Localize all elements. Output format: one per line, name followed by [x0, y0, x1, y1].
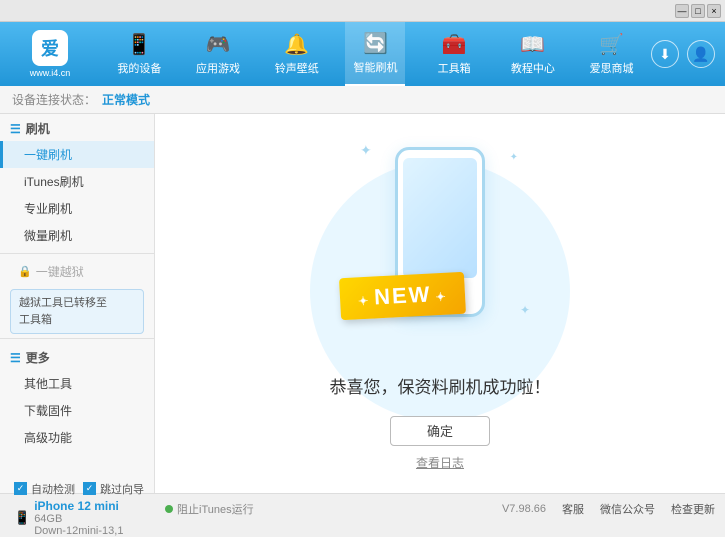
device-name: iPhone 12 mini	[34, 499, 123, 513]
smart-flash-icon: 🔄	[363, 31, 388, 56]
nav-tutorial[interactable]: 📖 教程中心	[503, 22, 563, 86]
support-link[interactable]: 客服	[562, 501, 584, 517]
wechat-link[interactable]: 微信公众号	[600, 501, 655, 517]
sparkle-2: ✦	[510, 152, 518, 163]
more-section-title: ☰ 更多	[0, 343, 154, 370]
itunes-status-dot	[165, 505, 173, 513]
nav-store[interactable]: 🛒 爱思商城	[582, 22, 642, 86]
logo-area: 爱 www.i4.cn	[0, 30, 100, 78]
sidebar-note-line1: 越狱工具已转移至	[19, 297, 107, 309]
sidebar: ☰ 刷机 一键刷机 iTunes刷机 专业刷机 微量刷机 🔒 一键越狱 越狱工具…	[0, 114, 155, 493]
update-link[interactable]: 检查更新	[671, 501, 715, 517]
sidebar-item-other-tools[interactable]: 其他工具	[0, 370, 154, 397]
nav-ringtones-label: 铃声壁纸	[275, 60, 319, 76]
confirm-button[interactable]: 确定	[390, 416, 490, 446]
sidebar-item-one-key-flash[interactable]: 一键刷机	[0, 141, 154, 168]
more-section-label: 更多	[26, 349, 50, 366]
sidebar-divider-1	[0, 253, 154, 254]
logo-icon: 爱	[32, 30, 68, 66]
sidebar-item-pro-flash[interactable]: 专业刷机	[0, 195, 154, 222]
my-device-icon: 📱	[127, 32, 152, 57]
itunes-status: 阻止iTunes运行	[165, 501, 254, 517]
sidebar-item-download-firmware[interactable]: 下载固件	[0, 397, 154, 424]
nav-apps-games[interactable]: 🎮 应用游戏	[188, 22, 248, 86]
version-text: V7.98.66	[502, 503, 546, 515]
sidebar-locked-jailbreak: 🔒 一键越狱	[0, 258, 154, 285]
nav-smart-flash[interactable]: 🔄 智能刷机	[345, 22, 405, 86]
ringtones-icon: 🔔	[284, 32, 309, 57]
logo-icon-text: 爱	[41, 35, 59, 61]
sparkle-1: ✦	[360, 142, 372, 159]
nav-right: ⬇ 👤	[651, 40, 725, 68]
content-area: ✦ ✦ ✦ NEW 恭喜您，保资料刷机成功啦！ 确定 查看日志	[155, 114, 725, 493]
more-section-icon: ☰	[10, 351, 21, 365]
tutorial-icon: 📖	[520, 32, 545, 57]
phone-screen	[403, 158, 477, 278]
nav-my-device[interactable]: 📱 我的设备	[109, 22, 169, 86]
status-value: 正常模式	[102, 91, 150, 108]
logo-url: www.i4.cn	[30, 68, 71, 78]
locked-label: 一键越狱	[36, 263, 84, 280]
content-inner: ✦ ✦ ✦ NEW 恭喜您，保资料刷机成功啦！ 确定 查看日志	[330, 137, 551, 471]
store-icon: 🛒	[599, 32, 624, 57]
new-badge: NEW	[339, 271, 466, 320]
status-label: 设备连接状态：	[12, 91, 96, 108]
nav-store-label: 爱思商城	[590, 60, 634, 76]
bottombar: ✓ 自动检测 ✓ 跳过向导 📱 iPhone 12 mini 64GB Down…	[0, 493, 725, 523]
maximize-button[interactable]: □	[691, 4, 705, 18]
auto-detect-checkbox[interactable]: ✓	[14, 482, 27, 495]
flash-section-title: ☰ 刷机	[0, 114, 154, 141]
download-button[interactable]: ⬇	[651, 40, 679, 68]
phone-illustration: ✦ ✦ ✦ NEW	[340, 137, 540, 357]
sidebar-note: 越狱工具已转移至 工具箱	[10, 289, 144, 334]
lock-icon: 🔒	[18, 265, 32, 278]
success-text: 恭喜您，保资料刷机成功啦！	[330, 373, 551, 398]
sidebar-item-advanced[interactable]: 高级功能	[0, 424, 154, 451]
main-layout: ☰ 刷机 一键刷机 iTunes刷机 专业刷机 微量刷机 🔒 一键越狱 越狱工具…	[0, 114, 725, 493]
apps-games-icon: 🎮	[206, 32, 231, 57]
nav-items: 📱 我的设备 🎮 应用游戏 🔔 铃声壁纸 🔄 智能刷机 🧰 工具箱 📖 教程中心…	[100, 22, 651, 86]
nav-tutorial-label: 教程中心	[511, 60, 555, 76]
sparkle-3: ✦	[520, 303, 530, 317]
nav-toolbox[interactable]: 🧰 工具箱	[424, 22, 484, 86]
statusbar: 设备连接状态： 正常模式	[0, 86, 725, 114]
skip-wizard-checkbox[interactable]: ✓	[83, 482, 96, 495]
nav-my-device-label: 我的设备	[117, 60, 161, 76]
sidebar-item-itunes-flash[interactable]: iTunes刷机	[0, 168, 154, 195]
sidebar-note-line2: 工具箱	[19, 314, 52, 326]
auto-detect-label: 自动检测	[31, 481, 75, 497]
device-model: Down-12mini-13,1	[34, 525, 123, 537]
close-button[interactable]: ×	[707, 4, 721, 18]
nav-toolbox-label: 工具箱	[438, 60, 471, 76]
user-button[interactable]: 👤	[687, 40, 715, 68]
view-log-link[interactable]: 查看日志	[416, 454, 464, 471]
auto-detect-checkbox-area[interactable]: ✓ 自动检测	[14, 481, 75, 497]
bottom-right: V7.98.66 客服 微信公众号 检查更新	[254, 501, 715, 517]
nav-smart-flash-label: 智能刷机	[353, 59, 397, 75]
nav-apps-games-label: 应用游戏	[196, 60, 240, 76]
header: 爱 www.i4.cn 📱 我的设备 🎮 应用游戏 🔔 铃声壁纸 🔄 智能刷机 …	[0, 22, 725, 86]
minimize-button[interactable]: —	[675, 4, 689, 18]
itunes-status-label: 阻止iTunes运行	[177, 501, 254, 517]
skip-wizard-label: 跳过向导	[100, 481, 144, 497]
titlebar: — □ ×	[0, 0, 725, 22]
sidebar-divider-2	[0, 338, 154, 339]
sidebar-item-micro-flash[interactable]: 微量刷机	[0, 222, 154, 249]
flash-section-icon: ☰	[10, 122, 21, 136]
flash-section-label: 刷机	[26, 120, 50, 137]
skip-wizard-checkbox-area[interactable]: ✓ 跳过向导	[83, 481, 144, 497]
nav-ringtones[interactable]: 🔔 铃声壁纸	[267, 22, 327, 86]
toolbox-icon: 🧰	[442, 32, 467, 57]
